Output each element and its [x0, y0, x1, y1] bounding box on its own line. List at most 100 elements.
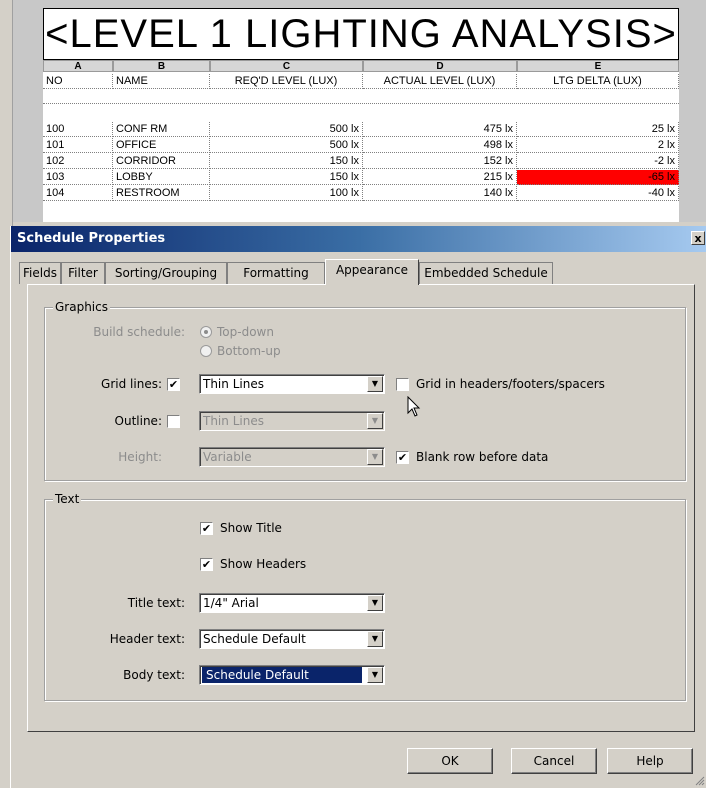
bottom-up-radio[interactable] — [200, 345, 212, 357]
title-text-value: 1/4" Arial — [203, 596, 259, 610]
text-group-label: Text — [53, 492, 82, 506]
cell-reqd[interactable]: 150 lx — [210, 154, 363, 169]
grid-in-headers-label[interactable]: Grid in headers/footers/spacers — [416, 377, 605, 391]
show-headers-checkbox[interactable]: ✔ — [200, 558, 213, 571]
title-text-label: Title text: — [127, 596, 185, 610]
cancel-button[interactable]: Cancel — [511, 748, 597, 774]
cell-name[interactable]: CORRIDOR — [113, 154, 210, 169]
outline-label: Outline: — [114, 414, 162, 428]
body-text-value: Schedule Default — [202, 667, 362, 683]
cell-actual[interactable]: 140 lx — [363, 186, 517, 201]
chevron-down-icon[interactable]: ▼ — [367, 595, 383, 611]
grid-lines-value: Thin Lines — [203, 377, 264, 391]
body-text-select[interactable]: Schedule Default ▼ — [199, 665, 385, 685]
chevron-down-icon[interactable]: ▼ — [367, 376, 383, 392]
top-down-label: Top-down — [217, 325, 274, 339]
bottom-up-label: Bottom-up — [217, 344, 281, 358]
text-group: Text ✔ Show Title ✔ Show Headers Title t… — [44, 492, 686, 701]
graphics-group-label: Graphics — [53, 300, 110, 314]
schedule-properties-dialog: Schedule Properties x Fields Filter Sort… — [10, 226, 706, 788]
cell-actual[interactable]: 498 lx — [363, 138, 517, 153]
outline-checkbox[interactable] — [167, 415, 180, 428]
tab-filter[interactable]: Filter — [61, 262, 105, 284]
tab-formatting[interactable]: Formatting — [227, 262, 325, 284]
cell-delta[interactable]: -65 lx — [517, 170, 679, 185]
chevron-down-icon[interactable]: ▼ — [367, 667, 383, 683]
height-select[interactable]: Variable ▼ — [199, 447, 385, 467]
header-ltg-delta[interactable]: LTG DELTA (LUX) — [517, 74, 679, 89]
header-no[interactable]: NO — [43, 74, 113, 89]
dialog-title: Schedule Properties — [17, 231, 166, 246]
chevron-down-icon[interactable]: ▼ — [367, 413, 383, 429]
chevron-down-icon[interactable]: ▼ — [367, 449, 383, 465]
schedule-table: <LEVEL 1 LIGHTING ANALYSIS> A B C D E NO… — [43, 8, 679, 222]
outline-value: Thin Lines — [203, 414, 264, 428]
cell-name[interactable]: CONF RM — [113, 122, 210, 137]
table-row: 102 CORRIDOR 150 lx 152 lx -2 lx — [43, 154, 679, 169]
column-letter-d[interactable]: D — [363, 60, 517, 72]
grid-in-headers-checkbox[interactable] — [396, 378, 409, 391]
tab-embedded-schedule[interactable]: Embedded Schedule — [419, 262, 553, 284]
cell-reqd[interactable]: 150 lx — [210, 170, 363, 185]
cell-name[interactable]: RESTROOM — [113, 186, 210, 201]
appearance-panel: Graphics Build schedule: Top-down Bottom… — [27, 284, 695, 732]
header-name[interactable]: NAME — [113, 74, 210, 89]
cell-name[interactable]: OFFICE — [113, 138, 210, 153]
schedule-title[interactable]: <LEVEL 1 LIGHTING ANALYSIS> — [43, 8, 679, 60]
cell-delta[interactable]: 25 lx — [517, 122, 679, 137]
chevron-down-icon[interactable]: ▼ — [367, 631, 383, 647]
blank-row-checkbox[interactable]: ✔ — [396, 451, 409, 464]
cell-reqd[interactable]: 100 lx — [210, 186, 363, 201]
cell-no[interactable]: 100 — [43, 122, 113, 137]
cell-name[interactable]: LOBBY — [113, 170, 210, 185]
height-value: Variable — [203, 450, 252, 464]
grid-lines-checkbox[interactable]: ✔ — [167, 378, 180, 391]
dialog-titlebar[interactable]: Schedule Properties x — [11, 226, 706, 252]
show-title-checkbox[interactable]: ✔ — [200, 522, 213, 535]
table-row: 101 OFFICE 500 lx 498 lx 2 lx — [43, 138, 679, 153]
outline-select[interactable]: Thin Lines ▼ — [199, 411, 385, 431]
cell-no[interactable]: 104 — [43, 186, 113, 201]
cell-delta[interactable]: -2 lx — [517, 154, 679, 169]
help-button[interactable]: Help — [607, 748, 693, 774]
cell-actual[interactable]: 215 lx — [363, 170, 517, 185]
cell-no[interactable]: 101 — [43, 138, 113, 153]
header-text-select[interactable]: Schedule Default ▼ — [199, 629, 385, 649]
column-letter-e[interactable]: E — [517, 60, 679, 72]
close-button[interactable]: x — [691, 231, 705, 245]
tab-fields[interactable]: Fields — [19, 262, 61, 284]
table-row: 104 RESTROOM 100 lx 140 lx -40 lx — [43, 186, 679, 201]
grid-lines-select[interactable]: Thin Lines ▼ — [199, 374, 385, 394]
header-actual-level[interactable]: ACTUAL LEVEL (LUX) — [363, 74, 517, 89]
cell-actual[interactable]: 152 lx — [363, 154, 517, 169]
height-label: Height: — [118, 450, 162, 464]
grid-lines-label: Grid lines: — [101, 377, 162, 391]
column-letter-c[interactable]: C — [210, 60, 363, 72]
column-letter-b[interactable]: B — [113, 60, 210, 72]
mouse-pointer-icon — [407, 396, 421, 417]
cell-delta[interactable]: -40 lx — [517, 186, 679, 201]
cell-actual[interactable]: 475 lx — [363, 122, 517, 137]
header-text-label: Header text: — [109, 632, 185, 646]
tab-appearance[interactable]: Appearance — [325, 259, 419, 285]
resize-grip-icon[interactable] — [695, 776, 705, 786]
cell-no[interactable]: 103 — [43, 170, 113, 185]
blank-row-label[interactable]: Blank row before data — [416, 450, 548, 464]
cell-reqd[interactable]: 500 lx — [210, 122, 363, 137]
ok-button[interactable]: OK — [407, 748, 493, 774]
cell-no[interactable]: 102 — [43, 154, 113, 169]
cell-delta[interactable]: 2 lx — [517, 138, 679, 153]
column-letter-a[interactable]: A — [43, 60, 113, 72]
top-down-radio[interactable] — [200, 326, 212, 338]
tab-sorting-grouping[interactable]: Sorting/Grouping — [105, 262, 227, 284]
header-text-value: Schedule Default — [203, 632, 306, 646]
title-text-select[interactable]: 1/4" Arial ▼ — [199, 593, 385, 613]
show-title-label[interactable]: Show Title — [220, 521, 282, 535]
graphics-group: Graphics Build schedule: Top-down Bottom… — [44, 300, 686, 481]
header-reqd-level[interactable]: REQ'D LEVEL (LUX) — [210, 74, 363, 89]
cell-reqd[interactable]: 500 lx — [210, 138, 363, 153]
header-row: NO NAME REQ'D LEVEL (LUX) ACTUAL LEVEL (… — [43, 74, 679, 89]
show-headers-label[interactable]: Show Headers — [220, 557, 306, 571]
build-schedule-label: Build schedule: — [93, 325, 185, 339]
table-row: 103 LOBBY 150 lx 215 lx -65 lx — [43, 170, 679, 185]
